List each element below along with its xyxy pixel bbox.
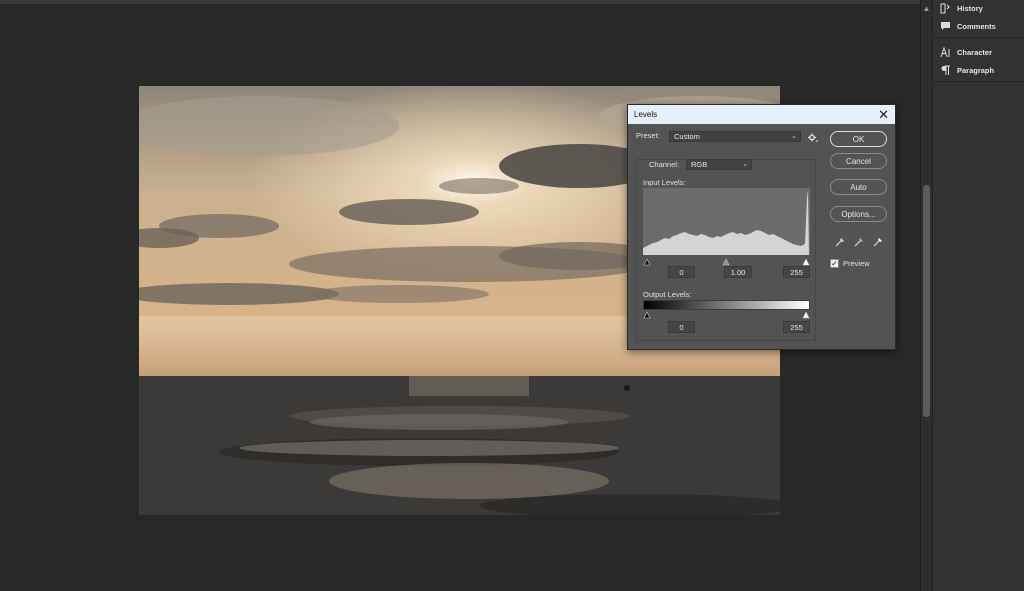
- preset-label: Preset:: [636, 131, 660, 140]
- chevron-down-icon: ⌄: [791, 133, 797, 140]
- channel-select[interactable]: RGB ⌄: [686, 159, 752, 170]
- output-white-handle: [802, 311, 810, 319]
- input-gamma-handle: [722, 258, 730, 266]
- options-button[interactable]: Options...: [830, 206, 887, 222]
- vertical-scrollbar[interactable]: ▲: [920, 0, 932, 591]
- scrollbar-thumb[interactable]: [923, 185, 930, 417]
- chevron-down-icon: ⌄: [742, 161, 748, 168]
- panel-item-label: History: [957, 3, 983, 13]
- character-icon: [939, 46, 951, 58]
- input-black-field[interactable]: 0: [668, 266, 695, 278]
- output-black-handle: [643, 311, 651, 319]
- input-gamma-field[interactable]: 1.00: [724, 266, 752, 278]
- panel-divider: [933, 37, 1024, 38]
- ok-button[interactable]: OK: [830, 131, 887, 147]
- close-icon[interactable]: ✕: [878, 105, 889, 124]
- panel-item-history[interactable]: History: [939, 0, 983, 16]
- panel-item-label: Paragraph: [957, 65, 995, 75]
- channel-label: Channel:: [649, 160, 680, 169]
- auto-button[interactable]: Auto: [830, 179, 887, 195]
- output-levels-slider[interactable]: [643, 310, 810, 319]
- output-gradient-bar: [643, 300, 810, 310]
- output-black-field[interactable]: 0: [668, 321, 695, 333]
- input-black-handle: [643, 258, 651, 266]
- comments-icon: [939, 20, 951, 32]
- preview-label: Preview: [843, 259, 870, 268]
- preset-row: Preset:: [636, 131, 660, 140]
- cancel-button[interactable]: Cancel: [830, 153, 887, 169]
- preview-checkbox[interactable]: ✓: [830, 259, 839, 268]
- paragraph-icon: [939, 64, 951, 76]
- right-panel: History Comments Character Paragraph: [932, 0, 1024, 591]
- panel-item-label: Comments: [957, 21, 996, 31]
- input-white-field[interactable]: 255: [783, 266, 810, 278]
- output-white-field[interactable]: 255: [783, 321, 810, 333]
- dialog-titlebar[interactable]: Levels ✕: [628, 105, 895, 124]
- channel-value: RGB: [691, 160, 708, 169]
- input-levels-slider[interactable]: [643, 257, 810, 266]
- gray-point-eyedropper-icon[interactable]: [853, 235, 865, 247]
- white-point-eyedropper-icon[interactable]: [872, 235, 884, 247]
- input-white-handle: [802, 258, 810, 266]
- black-point-eyedropper-icon[interactable]: [834, 235, 846, 247]
- dialog-title: Levels: [634, 110, 658, 119]
- panel-item-label: Character: [957, 47, 993, 57]
- panel-item-character[interactable]: Character: [939, 44, 992, 60]
- scroll-up-arrow-icon[interactable]: ▲: [921, 4, 932, 14]
- histogram: [643, 188, 810, 255]
- panel-item-comments[interactable]: Comments: [939, 18, 996, 34]
- preset-select[interactable]: Custom ⌄: [669, 131, 801, 142]
- history-icon: [939, 2, 951, 14]
- panel-divider: [933, 81, 1024, 82]
- panel-item-paragraph[interactable]: Paragraph: [939, 62, 994, 78]
- input-levels-label: Input Levels:: [643, 178, 686, 187]
- preset-value: Custom: [674, 132, 700, 141]
- preset-options-gear-icon[interactable]: [806, 131, 818, 143]
- output-levels-label: Output Levels:: [643, 290, 692, 299]
